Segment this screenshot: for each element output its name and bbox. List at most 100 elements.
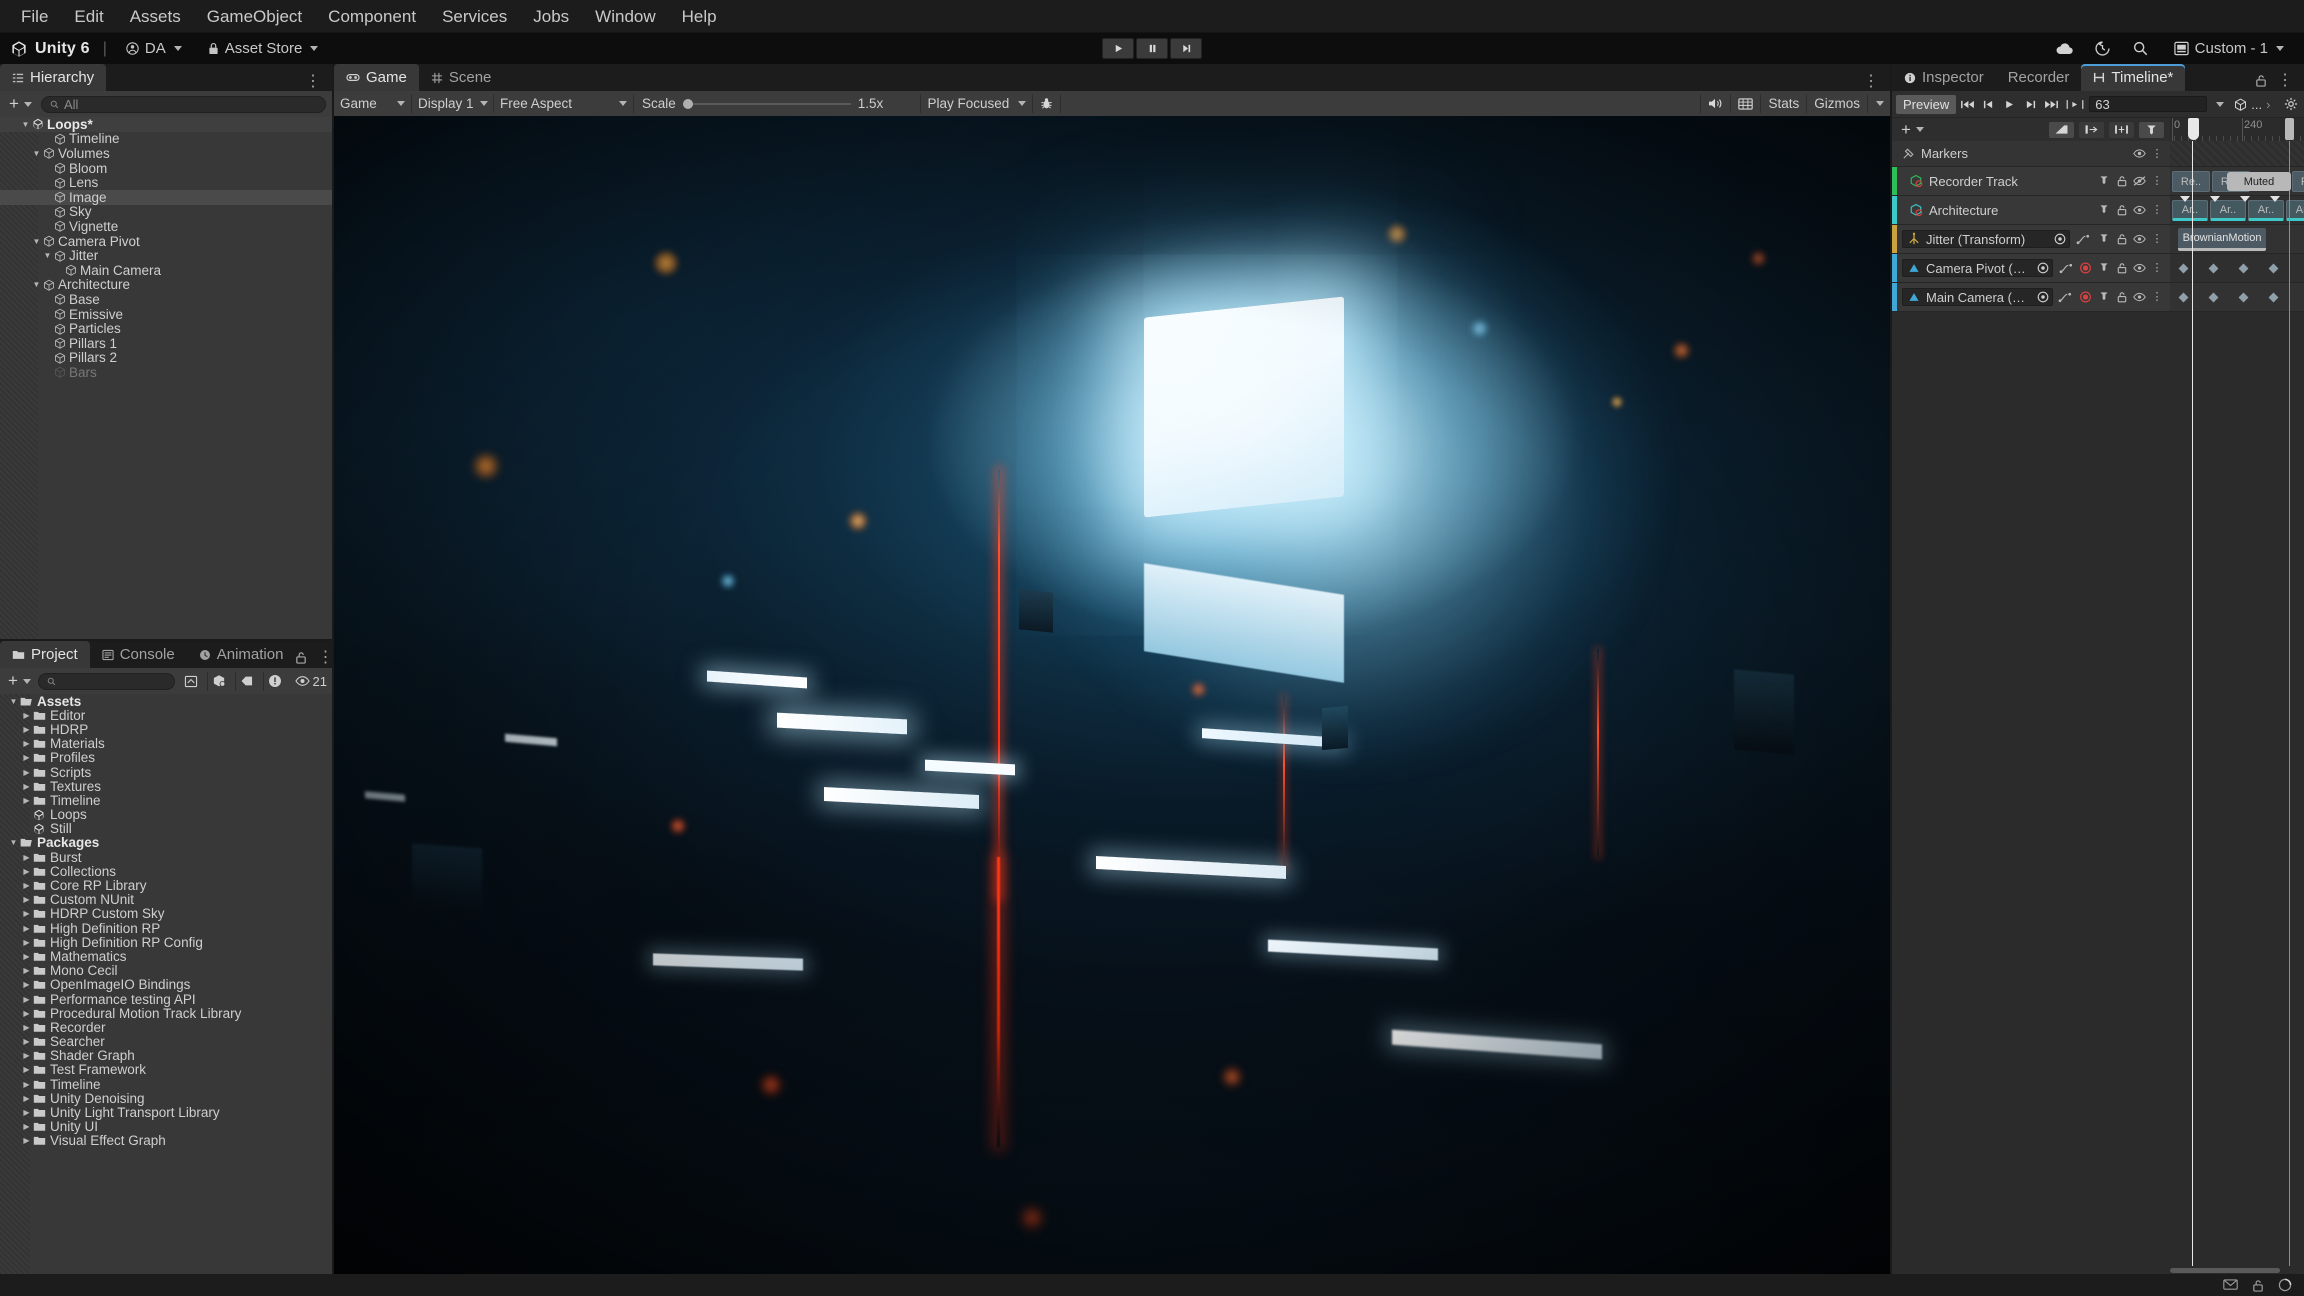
timeline-ruler[interactable]: 0240480 — [2170, 118, 2304, 141]
markers-menu-icon[interactable]: ⋮ — [2151, 147, 2164, 160]
preview-button[interactable]: Preview — [1896, 94, 1957, 114]
timeline-track-header[interactable]: Recorder Track ⋮ — [1892, 167, 2170, 196]
scale-slider-knob[interactable] — [682, 98, 693, 109]
prev-frame-icon[interactable] — [1979, 96, 1998, 113]
record-button[interactable] — [2079, 262, 2092, 275]
disclosure-triangle-icon[interactable]: ▶ — [21, 867, 32, 876]
search-icon[interactable] — [2130, 38, 2152, 60]
disclosure-triangle-icon[interactable]: ▶ — [21, 768, 32, 777]
project-add-button[interactable]: + — [5, 671, 34, 691]
project-row[interactable]: ▼ Assets — [0, 694, 332, 709]
project-row[interactable]: ▶ Shader Graph — [0, 1048, 332, 1063]
pause-button[interactable] — [1136, 38, 1168, 59]
mix-mode-icon[interactable] — [2049, 121, 2074, 138]
eye-icon[interactable] — [2133, 233, 2146, 246]
play-mode-dropdown[interactable]: Play Focused — [920, 94, 1032, 113]
project-row[interactable]: Still — [0, 821, 332, 836]
disclosure-triangle-icon[interactable]: ▶ — [21, 739, 32, 748]
project-row[interactable]: ▶ High Definition RP — [0, 921, 332, 936]
track-menu-icon[interactable]: ⋮ — [2151, 204, 2164, 217]
timeline-track-lane[interactable] — [2170, 254, 2304, 283]
debug-bug-button[interactable] — [1032, 94, 1060, 113]
disclosure-triangle-icon[interactable]: ▼ — [8, 697, 19, 706]
timeline-lock-icon[interactable] — [2255, 74, 2267, 87]
frame-dropdown-icon[interactable] — [2209, 96, 2228, 113]
timeline-playhead[interactable] — [2192, 141, 2193, 1266]
last-frame-icon[interactable] — [2042, 96, 2061, 113]
packages-filter-icon[interactable] — [206, 671, 231, 691]
pin-icon[interactable] — [2097, 291, 2110, 304]
gizmos-button[interactable]: Gizmos — [1806, 94, 1867, 113]
track-object-field[interactable]: Jitter (Transform) — [1902, 230, 2070, 248]
track-object-field[interactable]: Camera Pivot (Anim — [1902, 259, 2054, 277]
disclosure-triangle-icon[interactable]: ▶ — [21, 1094, 32, 1103]
stats-button[interactable]: Stats — [1760, 94, 1806, 113]
disclosure-triangle-icon[interactable]: ▶ — [21, 1037, 32, 1046]
disclosure-triangle-icon[interactable]: ▼ — [8, 838, 19, 847]
object-picker-icon[interactable] — [2037, 262, 2049, 274]
disclosure-triangle-icon[interactable]: ▶ — [21, 853, 32, 862]
project-row[interactable]: ▼ Packages — [0, 835, 332, 850]
hierarchy-menu-icon[interactable]: ⋮ — [305, 74, 322, 90]
visible-count[interactable]: 21 — [291, 674, 327, 689]
track-menu-icon[interactable]: ⋮ — [2151, 233, 2164, 246]
tab-game[interactable]: Game — [334, 64, 419, 91]
keyframe-diamond[interactable] — [2178, 292, 2189, 303]
timeline-asset-selector[interactable]: ... › — [2230, 97, 2274, 112]
history-icon[interactable] — [2092, 38, 2114, 60]
project-search-input[interactable] — [37, 672, 175, 690]
replace-icon[interactable] — [2109, 121, 2134, 138]
warning-filter-icon[interactable] — [262, 671, 287, 691]
project-row[interactable]: ▶ High Definition RP Config — [0, 935, 332, 950]
hierarchy-row[interactable]: Base — [0, 292, 332, 307]
disclosure-triangle-icon[interactable]: ▶ — [21, 966, 32, 975]
lock-icon[interactable] — [2115, 262, 2128, 275]
keyframe-diamond[interactable] — [2178, 263, 2189, 274]
disclosure-triangle-icon[interactable]: ▶ — [21, 1009, 32, 1018]
hierarchy-add-button[interactable]: + — [6, 94, 35, 114]
tab-project[interactable]: Project — [0, 641, 90, 668]
hierarchy-row[interactable]: ▼ Architecture — [0, 277, 332, 292]
keyframe-diamond[interactable] — [2238, 292, 2249, 303]
account-button[interactable]: DA — [120, 38, 188, 59]
timeline-track-header[interactable]: Camera Pivot (Anim ⋮ — [1892, 254, 2170, 283]
save-search-icon[interactable] — [179, 672, 203, 691]
disclosure-triangle-icon[interactable]: ▶ — [21, 711, 32, 720]
lock-icon[interactable] — [2115, 291, 2128, 304]
project-row[interactable]: ▶ OpenImageIO Bindings — [0, 977, 332, 992]
keyframe-diamond[interactable] — [2268, 263, 2279, 274]
hierarchy-search-input[interactable]: All — [40, 95, 326, 113]
tab-animation[interactable]: Animation — [187, 641, 296, 668]
playhead-handle[interactable] — [2188, 118, 2199, 140]
project-row[interactable]: ▶ Searcher — [0, 1034, 332, 1049]
hierarchy-row[interactable]: ▼ Jitter — [0, 248, 332, 263]
tab-recorder[interactable]: Recorder — [1996, 64, 2082, 91]
status-progress-icon[interactable] — [2278, 1278, 2292, 1292]
hierarchy-row[interactable]: Emissive — [0, 307, 332, 322]
disclosure-triangle-icon[interactable]: ▶ — [21, 1108, 32, 1117]
eye-icon[interactable] — [2133, 147, 2146, 160]
timeline-empty-area[interactable] — [1892, 312, 2304, 1266]
project-row[interactable]: ▶ Editor — [0, 708, 332, 723]
mute-eye-icon[interactable] — [2133, 175, 2146, 188]
hierarchy-row[interactable]: Particles — [0, 321, 332, 336]
timeline-clip[interactable]: Ar.. — [2172, 200, 2208, 221]
disclosure-triangle-icon[interactable]: ▶ — [21, 782, 32, 791]
display-dropdown[interactable]: Display 1 — [412, 94, 494, 113]
timeline-track-header[interactable]: Architecture ⋮ — [1892, 196, 2170, 225]
frame-input[interactable]: 63 — [2089, 96, 2208, 112]
asset-store-button[interactable]: Asset Store — [202, 38, 325, 59]
tab-inspector[interactable]: Inspector — [1892, 64, 1996, 91]
pin-icon[interactable] — [2097, 262, 2110, 275]
project-lock-icon[interactable] — [295, 651, 307, 664]
keyframe-diamond[interactable] — [2208, 292, 2219, 303]
keyframe-diamond[interactable] — [2268, 292, 2279, 303]
tab-console[interactable]: Console — [90, 641, 187, 668]
game-view-menu-icon[interactable]: ⋮ — [1863, 74, 1880, 90]
menu-item-gameobject[interactable]: GameObject — [194, 0, 315, 33]
scale-slider[interactable] — [682, 98, 851, 109]
hierarchy-row[interactable]: ▼ Loops* — [0, 117, 332, 132]
menu-item-edit[interactable]: Edit — [61, 0, 116, 33]
gear-icon[interactable] — [2281, 96, 2300, 113]
stats-grid-button[interactable] — [1730, 94, 1760, 113]
